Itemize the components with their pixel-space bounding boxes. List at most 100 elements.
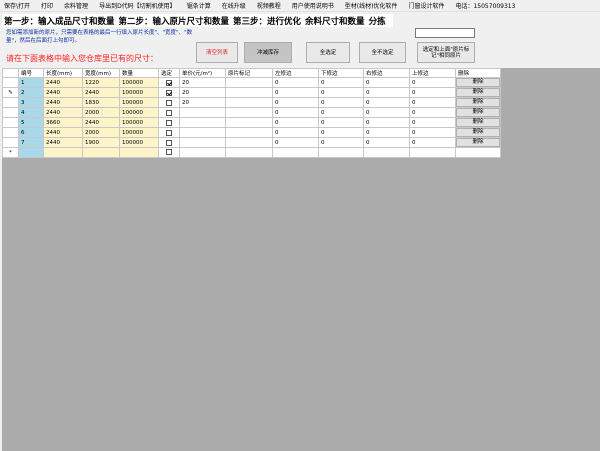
cell-left[interactable]: 0 — [272, 97, 319, 109]
column-header[interactable]: 宽度(mm) — [82, 67, 120, 79]
row-header[interactable] — [2, 117, 19, 129]
select-cell[interactable] — [158, 97, 180, 109]
select-checkbox[interactable] — [166, 79, 172, 86]
row-header[interactable]: ✎ — [2, 87, 19, 99]
cell-right[interactable]: 0 — [363, 107, 410, 119]
delete-button[interactable]: 删除 — [456, 108, 500, 117]
delete-button[interactable]: 删除 — [456, 128, 500, 137]
cell-qty[interactable]: 100000 — [119, 87, 159, 99]
cell-qty[interactable] — [119, 147, 159, 158]
cell-width[interactable]: 1830 — [82, 97, 120, 109]
cell-left[interactable]: 0 — [272, 127, 319, 139]
cell-width[interactable]: 2440 — [82, 117, 120, 129]
select-checkbox[interactable] — [166, 139, 172, 146]
column-header[interactable]: 单价(元/m²) — [179, 67, 226, 79]
cell-left[interactable]: 0 — [272, 87, 319, 99]
table-row[interactable]: 4 2440 2000 100000 0 0 0 0 删除 — [2, 107, 501, 119]
step-tab[interactable]: 余料尺寸和数量 — [305, 15, 365, 27]
select-marked-button[interactable]: 选定和上面"原片标记"相同原片 — [417, 42, 475, 63]
cell-top[interactable]: 0 — [409, 137, 456, 149]
select-checkbox[interactable] — [166, 99, 172, 106]
cell-length[interactable]: 2440 — [43, 127, 83, 139]
cell-qty[interactable]: 100000 — [119, 97, 159, 109]
top-right-input[interactable] — [415, 28, 475, 38]
cell-bottom[interactable] — [318, 147, 364, 158]
cell-id[interactable]: 2 — [18, 87, 44, 99]
step-tab[interactable]: 第三步：进行优化 — [233, 15, 301, 27]
cell-width[interactable]: 2000 — [82, 127, 120, 139]
cell-price[interactable]: 20 — [179, 77, 226, 89]
menu-item[interactable]: 打印 — [41, 1, 53, 10]
cell-right[interactable]: 0 — [363, 137, 410, 149]
column-header[interactable]: 数量 — [119, 67, 159, 79]
row-header[interactable] — [2, 107, 19, 119]
step-tab[interactable]: 第二步：输入原片尺寸和数量 — [119, 15, 230, 27]
column-header[interactable]: 编号 — [18, 67, 44, 79]
cell-mark[interactable] — [225, 137, 273, 149]
deselect-all-button[interactable]: 全不选定 — [359, 42, 406, 63]
cell-length[interactable]: 2440 — [43, 137, 83, 149]
cell-length[interactable]: 2440 — [43, 97, 83, 109]
column-header[interactable]: 删除 — [455, 67, 501, 79]
cell-price[interactable] — [179, 137, 226, 149]
step-tab[interactable]: 分拣 — [369, 15, 386, 27]
select-checkbox[interactable] — [166, 109, 172, 116]
cell-id[interactable]: 5 — [18, 117, 44, 129]
cell-top[interactable]: 0 — [409, 87, 456, 99]
cell-top[interactable]: 0 — [409, 97, 456, 109]
column-header[interactable]: 长度(mm) — [43, 67, 83, 79]
cell-id[interactable] — [18, 147, 44, 158]
select-cell[interactable] — [158, 117, 180, 129]
cell-id[interactable]: 6 — [18, 127, 44, 139]
select-cell[interactable] — [158, 87, 180, 99]
new-row[interactable]: * — [2, 147, 501, 158]
row-header[interactable] — [2, 137, 19, 149]
delete-button[interactable]: 删除 — [456, 118, 500, 127]
table-row[interactable]: 6 2440 2000 100000 0 0 0 0 删除 — [2, 127, 501, 139]
cell-id[interactable]: 1 — [18, 77, 44, 89]
cell-top[interactable]: 0 — [409, 117, 456, 129]
menu-item[interactable]: 余料管理 — [64, 1, 88, 10]
cell-right[interactable]: 0 — [363, 87, 410, 99]
select-cell[interactable] — [158, 137, 180, 149]
row-header[interactable] — [2, 127, 19, 139]
column-header[interactable]: 原片标记 — [225, 67, 273, 79]
column-header[interactable]: 右修边 — [363, 67, 410, 79]
select-checkbox[interactable] — [166, 149, 172, 156]
select-checkbox[interactable] — [166, 119, 172, 126]
cell-right[interactable]: 0 — [363, 77, 410, 89]
row-header[interactable] — [2, 97, 19, 109]
cell-bottom[interactable]: 0 — [318, 107, 364, 119]
cell-id[interactable]: 4 — [18, 107, 44, 119]
cell-price[interactable] — [179, 147, 226, 158]
delete-button[interactable]: 删除 — [456, 138, 500, 147]
table-row[interactable]: ✎ 2 2440 2440 100000 20 0 0 0 0 删除 — [2, 87, 501, 99]
cell-mark[interactable] — [225, 127, 273, 139]
cell-mark[interactable] — [225, 97, 273, 109]
cell-mark[interactable] — [225, 117, 273, 129]
cell-left[interactable]: 0 — [272, 117, 319, 129]
cell-length[interactable] — [43, 147, 83, 158]
menu-item[interactable]: 保存\打开 — [4, 1, 30, 10]
cell-price[interactable]: 20 — [179, 87, 226, 99]
cell-width[interactable]: 1900 — [82, 137, 120, 149]
column-header[interactable]: 上修边 — [409, 67, 456, 79]
cell-width[interactable]: 1220 — [82, 77, 120, 89]
cell-id[interactable]: 7 — [18, 137, 44, 149]
cell-bottom[interactable]: 0 — [318, 127, 364, 139]
cell-price[interactable] — [179, 107, 226, 119]
step-tab[interactable]: 第一步：输入成品尺寸和数量 — [4, 15, 115, 27]
cell-bottom[interactable]: 0 — [318, 77, 364, 89]
clear-list-button[interactable]: 清空列表 — [196, 42, 238, 63]
menu-item[interactable]: 用户使用说明书 — [292, 1, 334, 10]
cell-mark[interactable] — [225, 77, 273, 89]
column-header[interactable]: 选定 — [158, 67, 180, 79]
menu-item[interactable]: 型材(线材)优化软件 — [345, 1, 398, 10]
cell-length[interactable]: 2440 — [43, 87, 83, 99]
menu-item[interactable]: 导出到D代码【切割机使用】 — [99, 1, 176, 10]
column-header[interactable]: 左修边 — [272, 67, 319, 79]
cell-length[interactable]: 2440 — [43, 77, 83, 89]
cell-price[interactable] — [179, 117, 226, 129]
cell-price[interactable]: 20 — [179, 97, 226, 109]
cell-mark[interactable] — [225, 107, 273, 119]
